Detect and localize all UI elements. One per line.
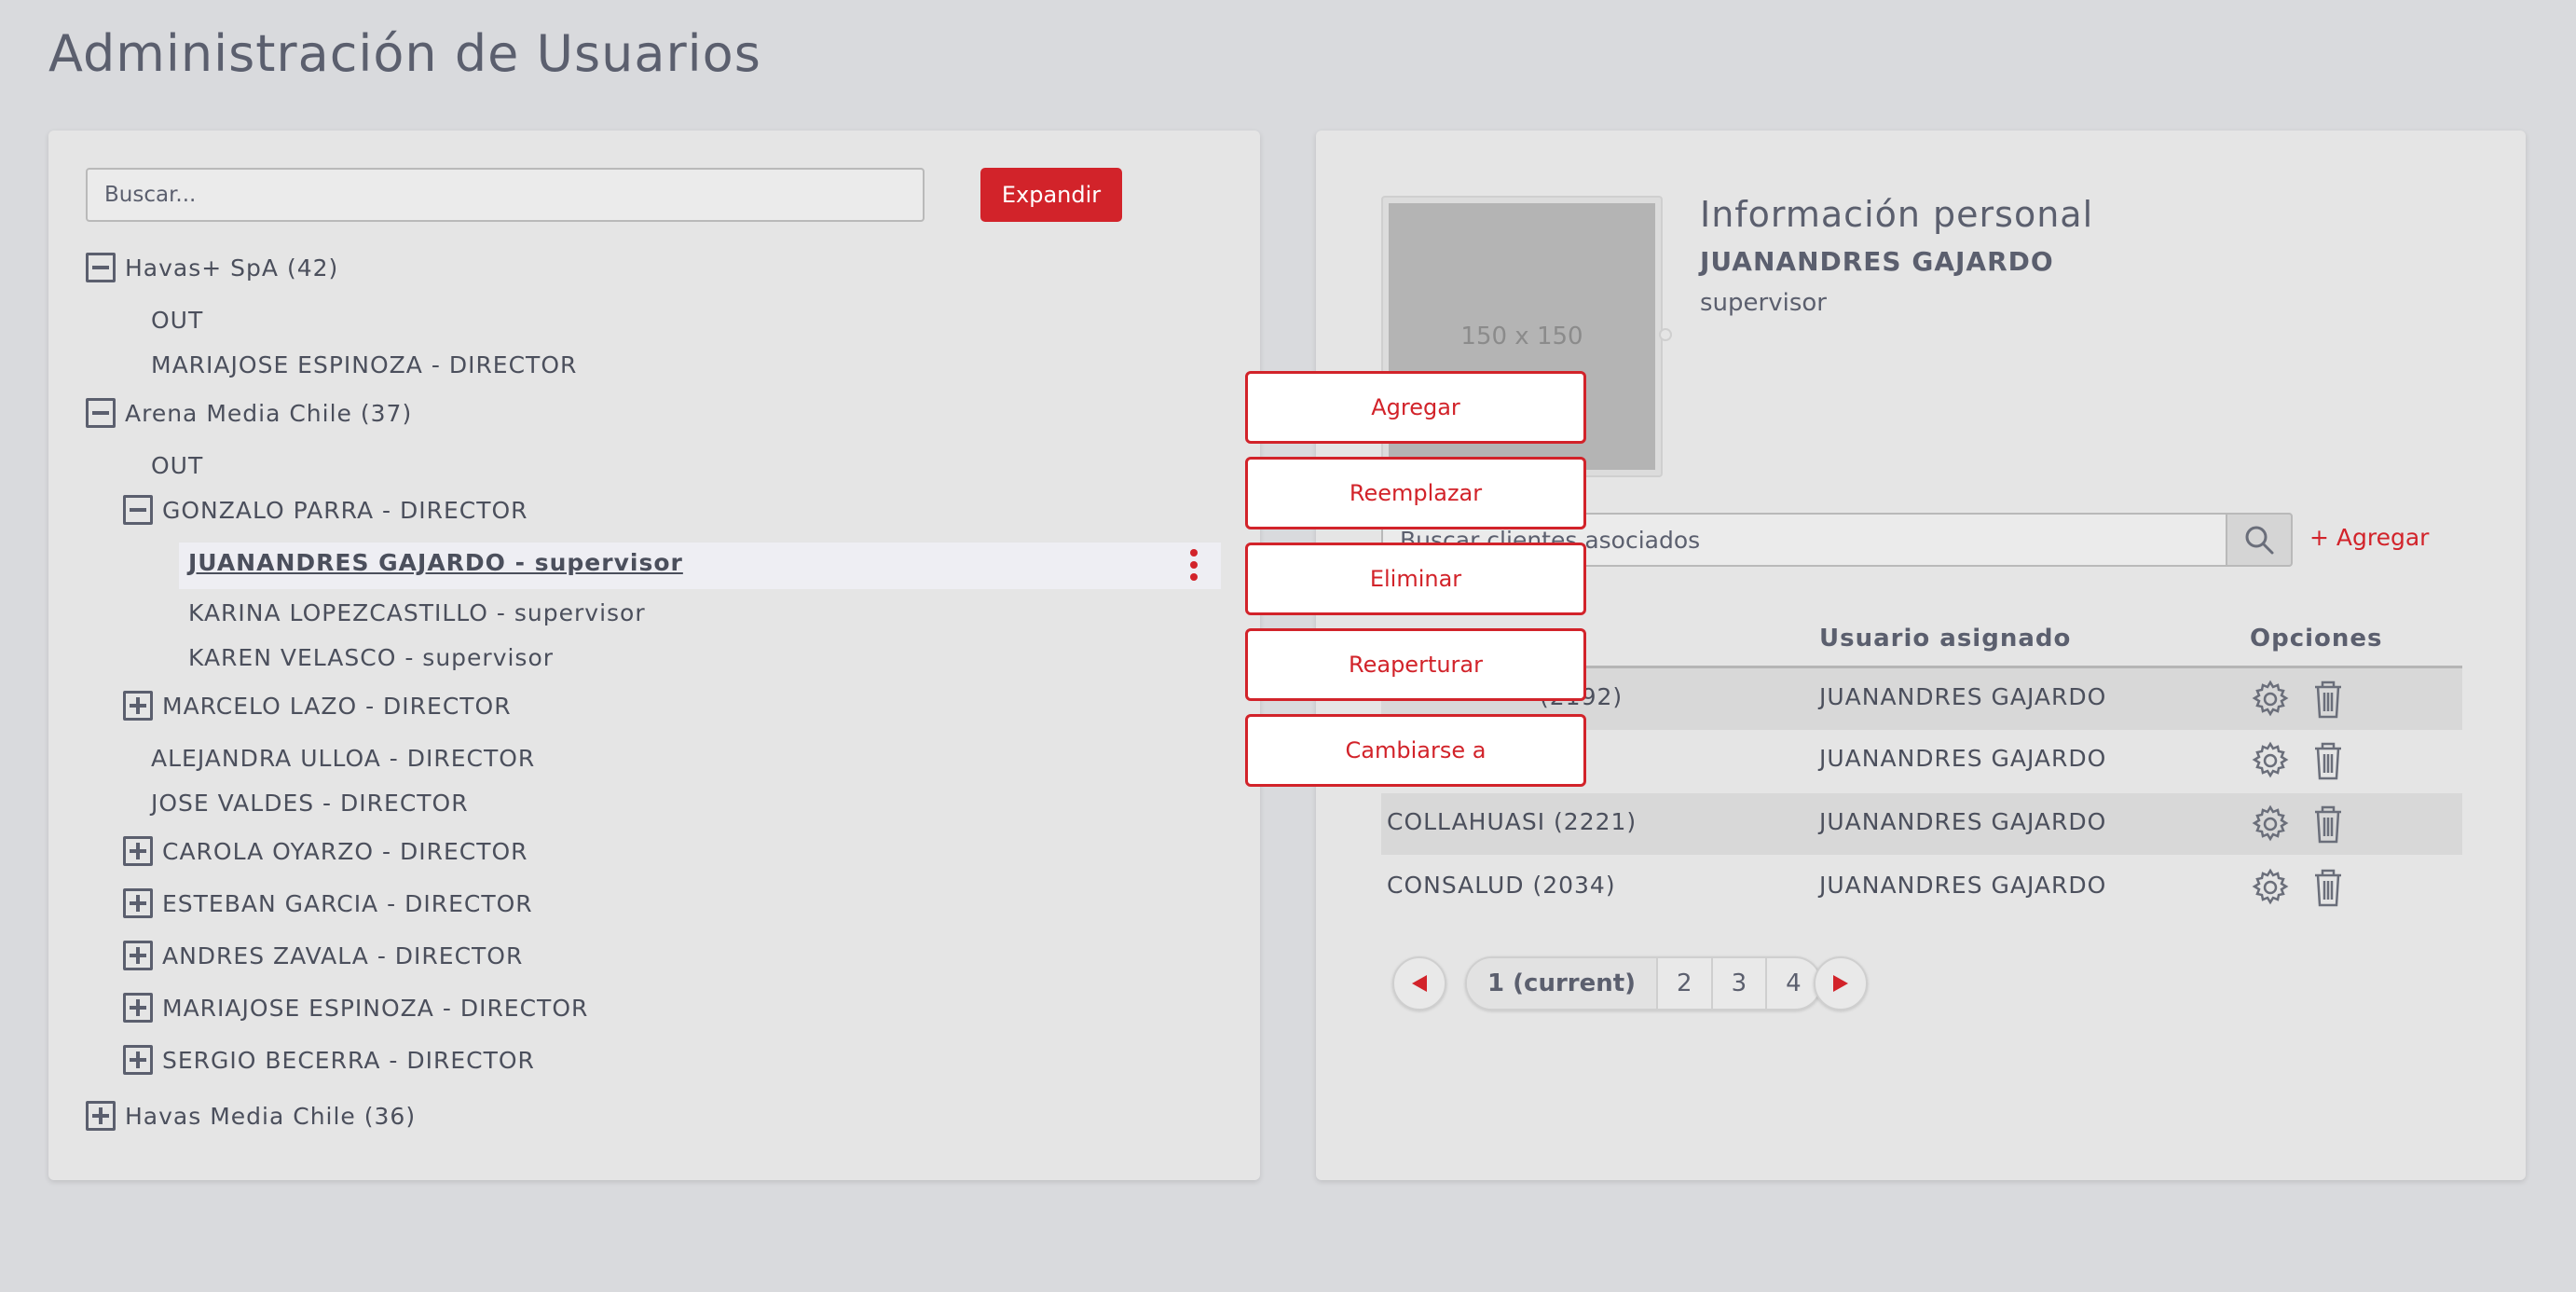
page-button-2[interactable]: 2 — [1656, 958, 1711, 1009]
table-row: COLLAHUASI (2221) JUANANDRES GAJARDO — [1381, 793, 2462, 855]
tree-leaf[interactable]: OUT — [151, 447, 203, 484]
trash-icon[interactable] — [2308, 803, 2349, 845]
next-page-button[interactable] — [1814, 956, 1868, 1010]
expand-icon[interactable] — [123, 941, 153, 970]
user-tree-panel: Expandir Havas+ SpA (42) OUT MARIAJOSE E… — [48, 131, 1260, 1180]
user-cell: JUANANDRES GAJARDO — [1819, 808, 2107, 835]
tree-node-esteban[interactable]: ESTEBAN GARCIA - DIRECTOR — [123, 885, 533, 922]
page-button-4[interactable]: 4 — [1765, 958, 1820, 1009]
expand-icon[interactable] — [86, 1101, 116, 1131]
more-options-icon[interactable] — [1189, 546, 1199, 585]
tree-search-input[interactable] — [86, 168, 925, 222]
tree-node-label: GONZALO PARRA - DIRECTOR — [162, 496, 528, 524]
arrow-left-icon — [1412, 975, 1427, 992]
pagination: 1 (current) 2 3 4 — [1465, 956, 1822, 1010]
tree-node-label: KAREN VELASCO - supervisor — [188, 643, 555, 671]
tree-node-label: Havas+ SpA (42) — [125, 254, 339, 282]
collapse-icon[interactable] — [86, 253, 116, 282]
tree-leaf[interactable]: OUT — [151, 301, 203, 338]
menu-item-eliminar[interactable]: Eliminar — [1245, 543, 1586, 615]
gear-icon[interactable] — [2250, 739, 2291, 782]
tree-leaf[interactable]: JOSE VALDES - DIRECTOR — [151, 784, 469, 821]
tree-node-sergio[interactable]: SERGIO BECERRA - DIRECTOR — [123, 1041, 535, 1079]
expand-icon[interactable] — [123, 1045, 153, 1075]
tree-node-label: ANDRES ZAVALA - DIRECTOR — [162, 942, 524, 969]
page-button-1[interactable]: 1 (current) — [1467, 958, 1657, 1009]
column-header-user[interactable]: Usuario asignado — [1819, 625, 2071, 653]
add-client-link[interactable]: + Agregar — [2309, 524, 2429, 551]
search-icon — [2245, 526, 2274, 555]
tree-node-mariajose[interactable]: MARIAJOSE ESPINOZA - DIRECTOR — [123, 989, 588, 1026]
menu-item-reaperturar[interactable]: Reaperturar — [1245, 628, 1586, 701]
tree-node-label: CAROLA OYARZO - DIRECTOR — [162, 837, 528, 865]
prev-page-button[interactable] — [1392, 956, 1446, 1010]
search-button[interactable] — [2226, 513, 2293, 567]
expand-button[interactable]: Expandir — [980, 168, 1122, 222]
tree-leaf[interactable]: MARIAJOSE ESPINOZA - DIRECTOR — [151, 346, 577, 383]
collapse-icon[interactable] — [86, 398, 116, 428]
tree-node-label: ESTEBAN GARCIA - DIRECTOR — [162, 889, 533, 917]
tree-node-label: MARIAJOSE ESPINOZA - DIRECTOR — [162, 994, 589, 1022]
client-cell: COLLAHUASI (2221) — [1387, 808, 1637, 835]
tree-leaf-selected[interactable]: JUANANDRES GAJARDO - supervisor — [179, 543, 1221, 589]
gear-icon[interactable] — [2250, 866, 2291, 909]
tree-node-label: MARIAJOSE ESPINOZA - DIRECTOR — [151, 350, 578, 378]
page-title: Administración de Usuarios — [48, 24, 761, 83]
menu-item-cambiarse[interactable]: Cambiarse a — [1245, 714, 1586, 787]
user-cell: JUANANDRES GAJARDO — [1819, 872, 2107, 899]
avatar-handle — [1659, 328, 1672, 341]
tree-node-label: OUT — [151, 451, 204, 479]
tree-node-andres[interactable]: ANDRES ZAVALA - DIRECTOR — [123, 937, 523, 974]
expand-icon[interactable] — [123, 836, 153, 866]
expand-icon[interactable] — [123, 691, 153, 721]
trash-icon[interactable] — [2308, 739, 2349, 782]
menu-item-reemplazar[interactable]: Reemplazar — [1245, 457, 1586, 529]
tree-node-label: ALEJANDRA ULLOA - DIRECTOR — [151, 744, 536, 772]
tree-leaf[interactable]: KAREN VELASCO - supervisor — [188, 639, 554, 676]
table-row: CONSALUD (2034) JUANANDRES GAJARDO — [1381, 857, 2462, 918]
tree-node-carola[interactable]: CAROLA OYARZO - DIRECTOR — [123, 832, 528, 870]
user-name: JUANANDRES GAJARDO — [1700, 246, 2054, 277]
tree-node-label: Havas Media Chile (36) — [125, 1102, 417, 1130]
column-header-options: Opciones — [2250, 625, 2383, 653]
user-cell: JUANANDRES GAJARDO — [1819, 745, 2107, 772]
tree-leaf[interactable]: ALEJANDRA ULLOA - DIRECTOR — [151, 739, 535, 777]
tree-node-marcelo[interactable]: MARCELO LAZO - DIRECTOR — [123, 687, 512, 724]
tree-node-label: JUANANDRES GAJARDO - supervisor — [188, 549, 683, 576]
menu-item-agregar[interactable]: Agregar — [1245, 371, 1586, 444]
page-button-3[interactable]: 3 — [1710, 958, 1766, 1009]
user-role: supervisor — [1700, 289, 1827, 317]
trash-icon[interactable] — [2308, 678, 2349, 721]
user-cell: JUANANDRES GAJARDO — [1819, 683, 2107, 710]
tree-node-label: OUT — [151, 306, 204, 334]
tree-node-label: SERGIO BECERRA - DIRECTOR — [162, 1046, 535, 1074]
gear-icon[interactable] — [2250, 678, 2291, 721]
tree-node-gonzalo[interactable]: GONZALO PARRA - DIRECTOR — [123, 491, 528, 529]
tree-node-arena[interactable]: Arena Media Chile (37) — [86, 394, 412, 432]
gear-icon[interactable] — [2250, 803, 2291, 845]
expand-icon[interactable] — [123, 993, 153, 1023]
tree-node-havas-media[interactable]: Havas Media Chile (36) — [86, 1097, 416, 1134]
tree-node-label: MARCELO LAZO - DIRECTOR — [162, 692, 512, 720]
tree-node-label: KARINA LOPEZCASTILLO - supervisor — [188, 598, 646, 626]
tree-node-label: JOSE VALDES - DIRECTOR — [151, 789, 469, 817]
client-cell: CONSALUD (2034) — [1387, 872, 1616, 899]
expand-icon[interactable] — [123, 888, 153, 918]
trash-icon[interactable] — [2308, 866, 2349, 909]
tree-leaf[interactable]: KARINA LOPEZCASTILLO - supervisor — [188, 594, 646, 631]
arrow-right-icon — [1833, 975, 1848, 992]
info-title: Información personal — [1700, 194, 2094, 235]
tree-node-havas-spa[interactable]: Havas+ SpA (42) — [86, 249, 338, 286]
tree-node-label: Arena Media Chile (37) — [125, 399, 413, 427]
collapse-icon[interactable] — [123, 495, 153, 525]
